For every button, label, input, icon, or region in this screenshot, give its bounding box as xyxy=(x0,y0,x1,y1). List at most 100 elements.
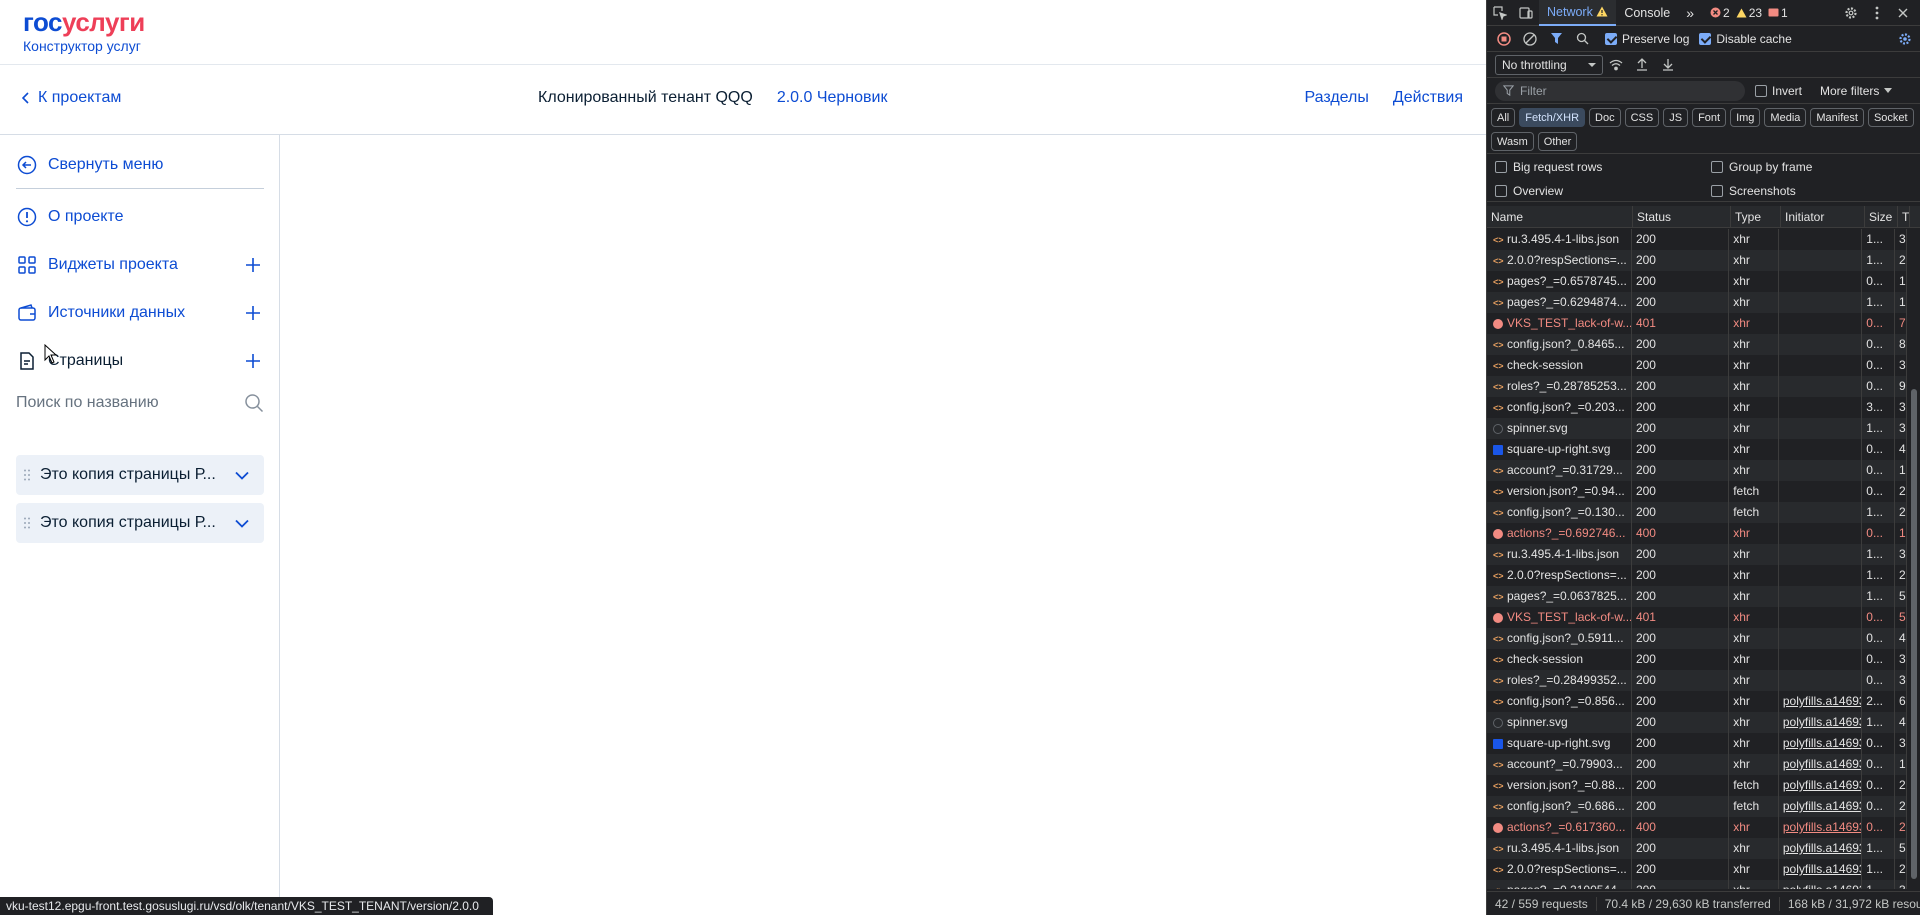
filter-chip[interactable]: Manifest xyxy=(1810,108,1864,127)
tab-console[interactable]: Console xyxy=(1616,0,1678,26)
table-row[interactable]: <> pages?_=0.6294874... 200 xhr 1... 1 xyxy=(1487,292,1907,313)
column-type[interactable]: Type xyxy=(1731,206,1781,227)
filter-input[interactable]: Filter xyxy=(1495,80,1745,101)
table-row[interactable]: actions?_=0.617360... 400 xhr polyfills.a14… xyxy=(1487,817,1907,838)
disable-cache-checkbox[interactable]: Disable cache xyxy=(1699,32,1792,46)
chevron-down-icon[interactable] xyxy=(230,471,254,480)
table-row[interactable]: <> 2.0.0?respSections=... 200 xhr 1... 2 xyxy=(1487,250,1907,271)
page-search-input[interactable] xyxy=(16,394,236,412)
import-har-icon[interactable] xyxy=(1629,52,1655,78)
group-by-frame-checkbox[interactable]: Group by frame xyxy=(1711,160,1812,174)
gear-icon[interactable] xyxy=(1838,0,1864,26)
table-row[interactable]: square-up-right.svg 200 xhr 0... 4 xyxy=(1487,439,1907,460)
table-row[interactable]: actions?_=0.692746... 400 xhr 0... 1 xyxy=(1487,523,1907,544)
clear-icon[interactable] xyxy=(1517,26,1543,52)
table-row[interactable]: <> roles?_=0.28499352... 200 xhr 0... 3 xyxy=(1487,670,1907,691)
drag-handle-icon[interactable] xyxy=(18,469,36,481)
table-scrollbar[interactable] xyxy=(1909,229,1919,889)
column-time[interactable]: T xyxy=(1898,206,1910,227)
filter-chip[interactable]: JS xyxy=(1663,108,1689,127)
filter-funnel-icon[interactable] xyxy=(1543,26,1569,52)
drag-handle-icon[interactable] xyxy=(18,517,36,529)
version-link[interactable]: 2.0.0 Черновик xyxy=(777,89,888,107)
overview-checkbox[interactable]: Overview xyxy=(1495,184,1563,198)
close-icon[interactable] xyxy=(1890,0,1916,26)
filter-chip[interactable]: All xyxy=(1491,108,1516,127)
add-data-source-icon[interactable] xyxy=(242,302,264,324)
table-row[interactable]: <> account?_=0.79903... 200 xhr polyfills.a1… xyxy=(1487,754,1907,775)
table-row[interactable]: square-up-right.svg 200 xhr polyfills.a1469… xyxy=(1487,733,1907,754)
table-row[interactable]: <> roles?_=0.28785253... 200 xhr 0... 9 xyxy=(1487,376,1907,397)
table-row[interactable]: <> ru.3.495.4-1-libs.json 200 xhr polyfills.… xyxy=(1487,838,1907,859)
filter-chip[interactable]: Other xyxy=(1537,132,1578,151)
table-row[interactable]: <> account?_=0.31729... 200 xhr 0... 1 xyxy=(1487,460,1907,481)
initiator-link[interactable]: polyfills.a14693 xyxy=(1783,862,1861,876)
table-row[interactable]: <> pages?_=0.0637825... 200 xhr 1... 5 xyxy=(1487,586,1907,607)
filter-chip[interactable]: Fetch/XHR xyxy=(1519,108,1586,127)
table-row[interactable]: <> version.json?_=0.94... 200 fetch 0... 2 xyxy=(1487,481,1907,502)
screenshots-checkbox[interactable]: Screenshots xyxy=(1711,184,1796,198)
search-icon[interactable] xyxy=(244,393,264,413)
add-widget-icon[interactable] xyxy=(242,254,264,276)
wifi-conditions-icon[interactable] xyxy=(1603,52,1629,78)
table-row[interactable]: <> ru.3.495.4-1-libs.json 200 xhr 1... 3 xyxy=(1487,229,1907,250)
table-row[interactable]: <> 2.0.0?respSections=... 200 xhr 1... 2 xyxy=(1487,565,1907,586)
kebab-menu-icon[interactable] xyxy=(1864,0,1890,26)
initiator-link[interactable]: polyfills.a14693 xyxy=(1783,799,1861,813)
actions-link[interactable]: Действия xyxy=(1393,89,1463,107)
table-row[interactable]: spinner.svg 200 xhr 1... 3 xyxy=(1487,418,1907,439)
table-row[interactable]: spinner.svg 200 xhr polyfills.a14693 1... 4 xyxy=(1487,712,1907,733)
filter-chip[interactable]: Font xyxy=(1692,108,1727,127)
table-row[interactable]: <> version.json?_=0.88... 200 fetch polyfill… xyxy=(1487,775,1907,796)
device-toolbar-icon[interactable] xyxy=(1513,0,1539,26)
initiator-link[interactable]: polyfills.a14693 xyxy=(1783,694,1861,708)
scrollbar-thumb[interactable] xyxy=(1911,389,1917,879)
column-name[interactable]: Name xyxy=(1487,206,1633,227)
filter-chip[interactable]: Doc xyxy=(1589,108,1621,127)
tab-network[interactable]: Network xyxy=(1539,0,1617,26)
filter-chip[interactable]: Media xyxy=(1764,108,1807,127)
record-stop-icon[interactable] xyxy=(1491,26,1517,52)
table-row[interactable]: <> config.json?_=0.686... 200 fetch polyfill… xyxy=(1487,796,1907,817)
preserve-log-checkbox[interactable]: Preserve log xyxy=(1605,32,1689,46)
table-row[interactable]: <> config.json?_=0.856... 200 xhr polyfills.… xyxy=(1487,691,1907,712)
table-row[interactable]: VKS_TEST_lack-of-w... 401 xhr 0... 7 xyxy=(1487,313,1907,334)
table-row[interactable]: <> config.json?_=0.203... 200 xhr 3... 3 xyxy=(1487,397,1907,418)
initiator-link[interactable]: polyfills.a14693 xyxy=(1783,841,1861,855)
column-size[interactable]: Size xyxy=(1865,206,1898,227)
collapse-menu-button[interactable]: Свернуть меню xyxy=(16,151,264,179)
table-row[interactable]: <> ru.3.495.4-1-libs.json 200 xhr 1... 3 xyxy=(1487,544,1907,565)
column-initiator[interactable]: Initiator xyxy=(1781,206,1865,227)
sidebar-item-data-sources[interactable]: Источники данных xyxy=(16,299,264,327)
back-to-projects-link[interactable]: К проектам xyxy=(22,89,121,107)
search-icon[interactable] xyxy=(1569,26,1595,52)
issue-badges[interactable]: 2 23 1 xyxy=(1710,6,1788,20)
inspect-element-icon[interactable] xyxy=(1487,0,1513,26)
filter-chip[interactable]: Socket xyxy=(1867,108,1914,127)
column-status[interactable]: Status xyxy=(1633,206,1731,227)
throttling-select[interactable]: No throttling xyxy=(1495,54,1603,75)
network-settings-gear-icon[interactable] xyxy=(1892,26,1918,52)
chevron-down-icon[interactable] xyxy=(230,519,254,528)
table-row[interactable]: VKS_TEST_lack-of-w... 401 xhr 0... 5 xyxy=(1487,607,1907,628)
sidebar-item-widgets[interactable]: Виджеты проекта xyxy=(16,251,264,279)
more-filters-dropdown[interactable]: More filters xyxy=(1820,84,1893,98)
more-tabs-icon[interactable]: » xyxy=(1678,0,1702,26)
initiator-link[interactable]: polyfills.a14693 xyxy=(1783,883,1861,889)
big-request-rows-checkbox[interactable]: Big request rows xyxy=(1495,160,1602,174)
table-row[interactable]: <> check-session 200 xhr 0... 3 xyxy=(1487,355,1907,376)
table-row[interactable]: <>pages?_=0.2100544... 200xhr polyfills.a1… xyxy=(1487,880,1907,889)
invert-checkbox[interactable]: Invert xyxy=(1755,84,1802,98)
table-row[interactable]: <> config.json?_0.5911... 200 xhr 0... 4 xyxy=(1487,628,1907,649)
page-list-item-1[interactable]: Это копия страницы Р... xyxy=(16,455,264,495)
initiator-link[interactable]: polyfills.a14693 xyxy=(1783,715,1861,729)
table-row[interactable]: <> config.json?_=0.130... 200 fetch 1... 2 xyxy=(1487,502,1907,523)
table-row[interactable]: <> 2.0.0?respSections=... 200 xhr polyfills.… xyxy=(1487,859,1907,880)
initiator-link[interactable]: polyfills.a14693 xyxy=(1783,736,1861,750)
initiator-link[interactable]: polyfills.a14693 xyxy=(1783,778,1861,792)
sidebar-item-about[interactable]: О проекте xyxy=(16,203,264,231)
sections-link[interactable]: Разделы xyxy=(1305,89,1369,107)
table-row[interactable]: <> config.json?_0.8465... 200 xhr 0... 8 xyxy=(1487,334,1907,355)
filter-chip[interactable]: Wasm xyxy=(1491,132,1534,151)
initiator-link[interactable]: polyfills.a14693 xyxy=(1783,820,1861,834)
